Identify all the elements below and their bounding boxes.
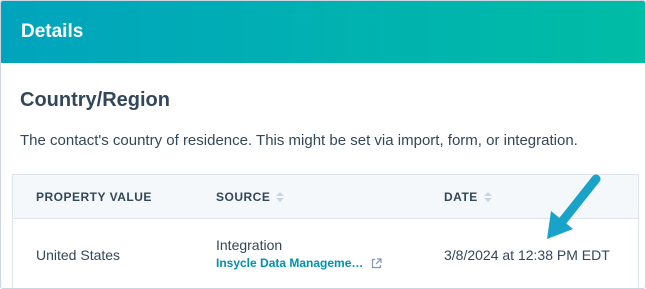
column-header-property-value: PROPERTY VALUE xyxy=(36,189,152,204)
source-cell: Integration Insycle Data Manageme… xyxy=(216,237,383,270)
date-cell: 3/8/2024 at 12:38 PM EDT xyxy=(444,247,610,263)
source-type: Integration xyxy=(216,237,283,253)
column-header-date[interactable]: DATE xyxy=(444,175,492,218)
panel-header: Details xyxy=(1,1,645,63)
column-header-source[interactable]: SOURCE xyxy=(216,175,285,218)
property-value-cell: United States xyxy=(36,247,121,263)
details-panel: Details Country/Region The contact's cou… xyxy=(0,0,646,289)
property-description: The contact's country of residence. This… xyxy=(20,132,578,149)
property-title: Country/Region xyxy=(20,89,170,111)
panel-title: Details xyxy=(21,21,84,42)
arrow-annotation-icon xyxy=(547,174,601,239)
sort-icon[interactable] xyxy=(276,191,285,202)
external-link-icon xyxy=(372,257,383,268)
sort-icon[interactable] xyxy=(483,191,492,202)
source-integration-link[interactable]: Insycle Data Manageme… xyxy=(216,256,383,270)
